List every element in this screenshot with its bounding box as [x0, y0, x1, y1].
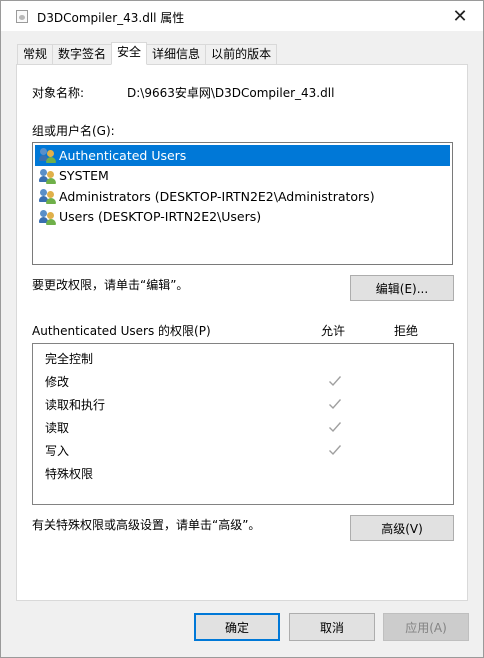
allow-header: 允许	[321, 324, 346, 338]
list-item-user[interactable]: SYSTEM	[35, 166, 450, 187]
user-name: SYSTEM	[59, 168, 109, 184]
tab-previous-versions[interactable]: 以前的版本	[205, 44, 278, 65]
file-icon	[16, 10, 28, 23]
user-name: Administrators (DESKTOP-IRTN2E2\Administ…	[59, 188, 375, 204]
user-name: Authenticated Users	[59, 147, 187, 163]
users-group-icon	[39, 168, 57, 184]
allow-check-icon	[328, 420, 342, 434]
permission-read: 读取	[45, 421, 70, 435]
permissions-label: Authenticated Users 的权限(P)	[32, 324, 211, 338]
users-group-icon	[39, 188, 57, 205]
permission-modify: 修改	[45, 375, 70, 389]
close-button[interactable]: ✕	[437, 1, 483, 31]
edit-hint: 要更改权限，请单击“编辑”。	[32, 278, 189, 292]
window-title: D3DCompiler_43.dll 属性	[37, 11, 185, 25]
allow-check-icon	[328, 443, 342, 457]
allow-check-icon	[328, 374, 342, 388]
tab-security[interactable]: 安全	[111, 42, 148, 65]
deny-header: 拒绝	[394, 324, 419, 338]
title-bar: D3DCompiler_43.dll 属性 ✕	[1, 1, 483, 31]
groups-label: 组或用户名(G):	[32, 124, 115, 138]
users-listbox[interactable]: Authenticated Users SYSTEM Administrator…	[32, 142, 453, 265]
properties-window: D3DCompiler_43.dll 属性 ✕ 常规 数字签名 安全 详细信息 …	[0, 0, 484, 658]
ok-button[interactable]: 确定	[194, 613, 280, 641]
object-name-value: D:\9663安卓网\D3DCompiler_43.dll	[127, 86, 335, 100]
tab-general[interactable]: 常规	[17, 44, 54, 65]
cancel-button[interactable]: 取消	[289, 613, 375, 641]
permission-special: 特殊权限	[45, 467, 94, 481]
permission-full-control: 完全控制	[45, 352, 94, 366]
permission-write: 写入	[45, 444, 70, 458]
allow-check-icon	[328, 397, 342, 411]
permission-read-execute: 读取和执行	[45, 398, 106, 412]
apply-button[interactable]: 应用(A)	[383, 613, 469, 641]
tab-details[interactable]: 详细信息	[146, 44, 207, 65]
tab-digital-signatures[interactable]: 数字签名	[52, 44, 113, 65]
list-item-user[interactable]: Users (DESKTOP-IRTN2E2\Users)	[35, 207, 450, 228]
list-item-user[interactable]: Administrators (DESKTOP-IRTN2E2\Administ…	[35, 186, 450, 207]
security-panel: 对象名称: D:\9663安卓网\D3DCompiler_43.dll 组或用户…	[16, 64, 468, 601]
advanced-hint: 有关特殊权限或高级设置，请单击“高级”。	[32, 518, 261, 532]
list-item-user[interactable]: Authenticated Users	[35, 145, 450, 166]
users-group-icon	[39, 147, 57, 164]
permissions-list: 完全控制 修改 读取和执行 读取 写入 特殊权限	[32, 343, 454, 505]
tab-strip: 常规 数字签名 安全 详细信息 以前的版本	[17, 42, 278, 65]
user-name: Users (DESKTOP-IRTN2E2\Users)	[59, 209, 262, 225]
users-group-icon	[39, 209, 57, 225]
object-name-label: 对象名称:	[32, 86, 85, 100]
advanced-button[interactable]: 高级(V)	[350, 515, 454, 541]
edit-button[interactable]: 编辑(E)...	[350, 275, 454, 301]
